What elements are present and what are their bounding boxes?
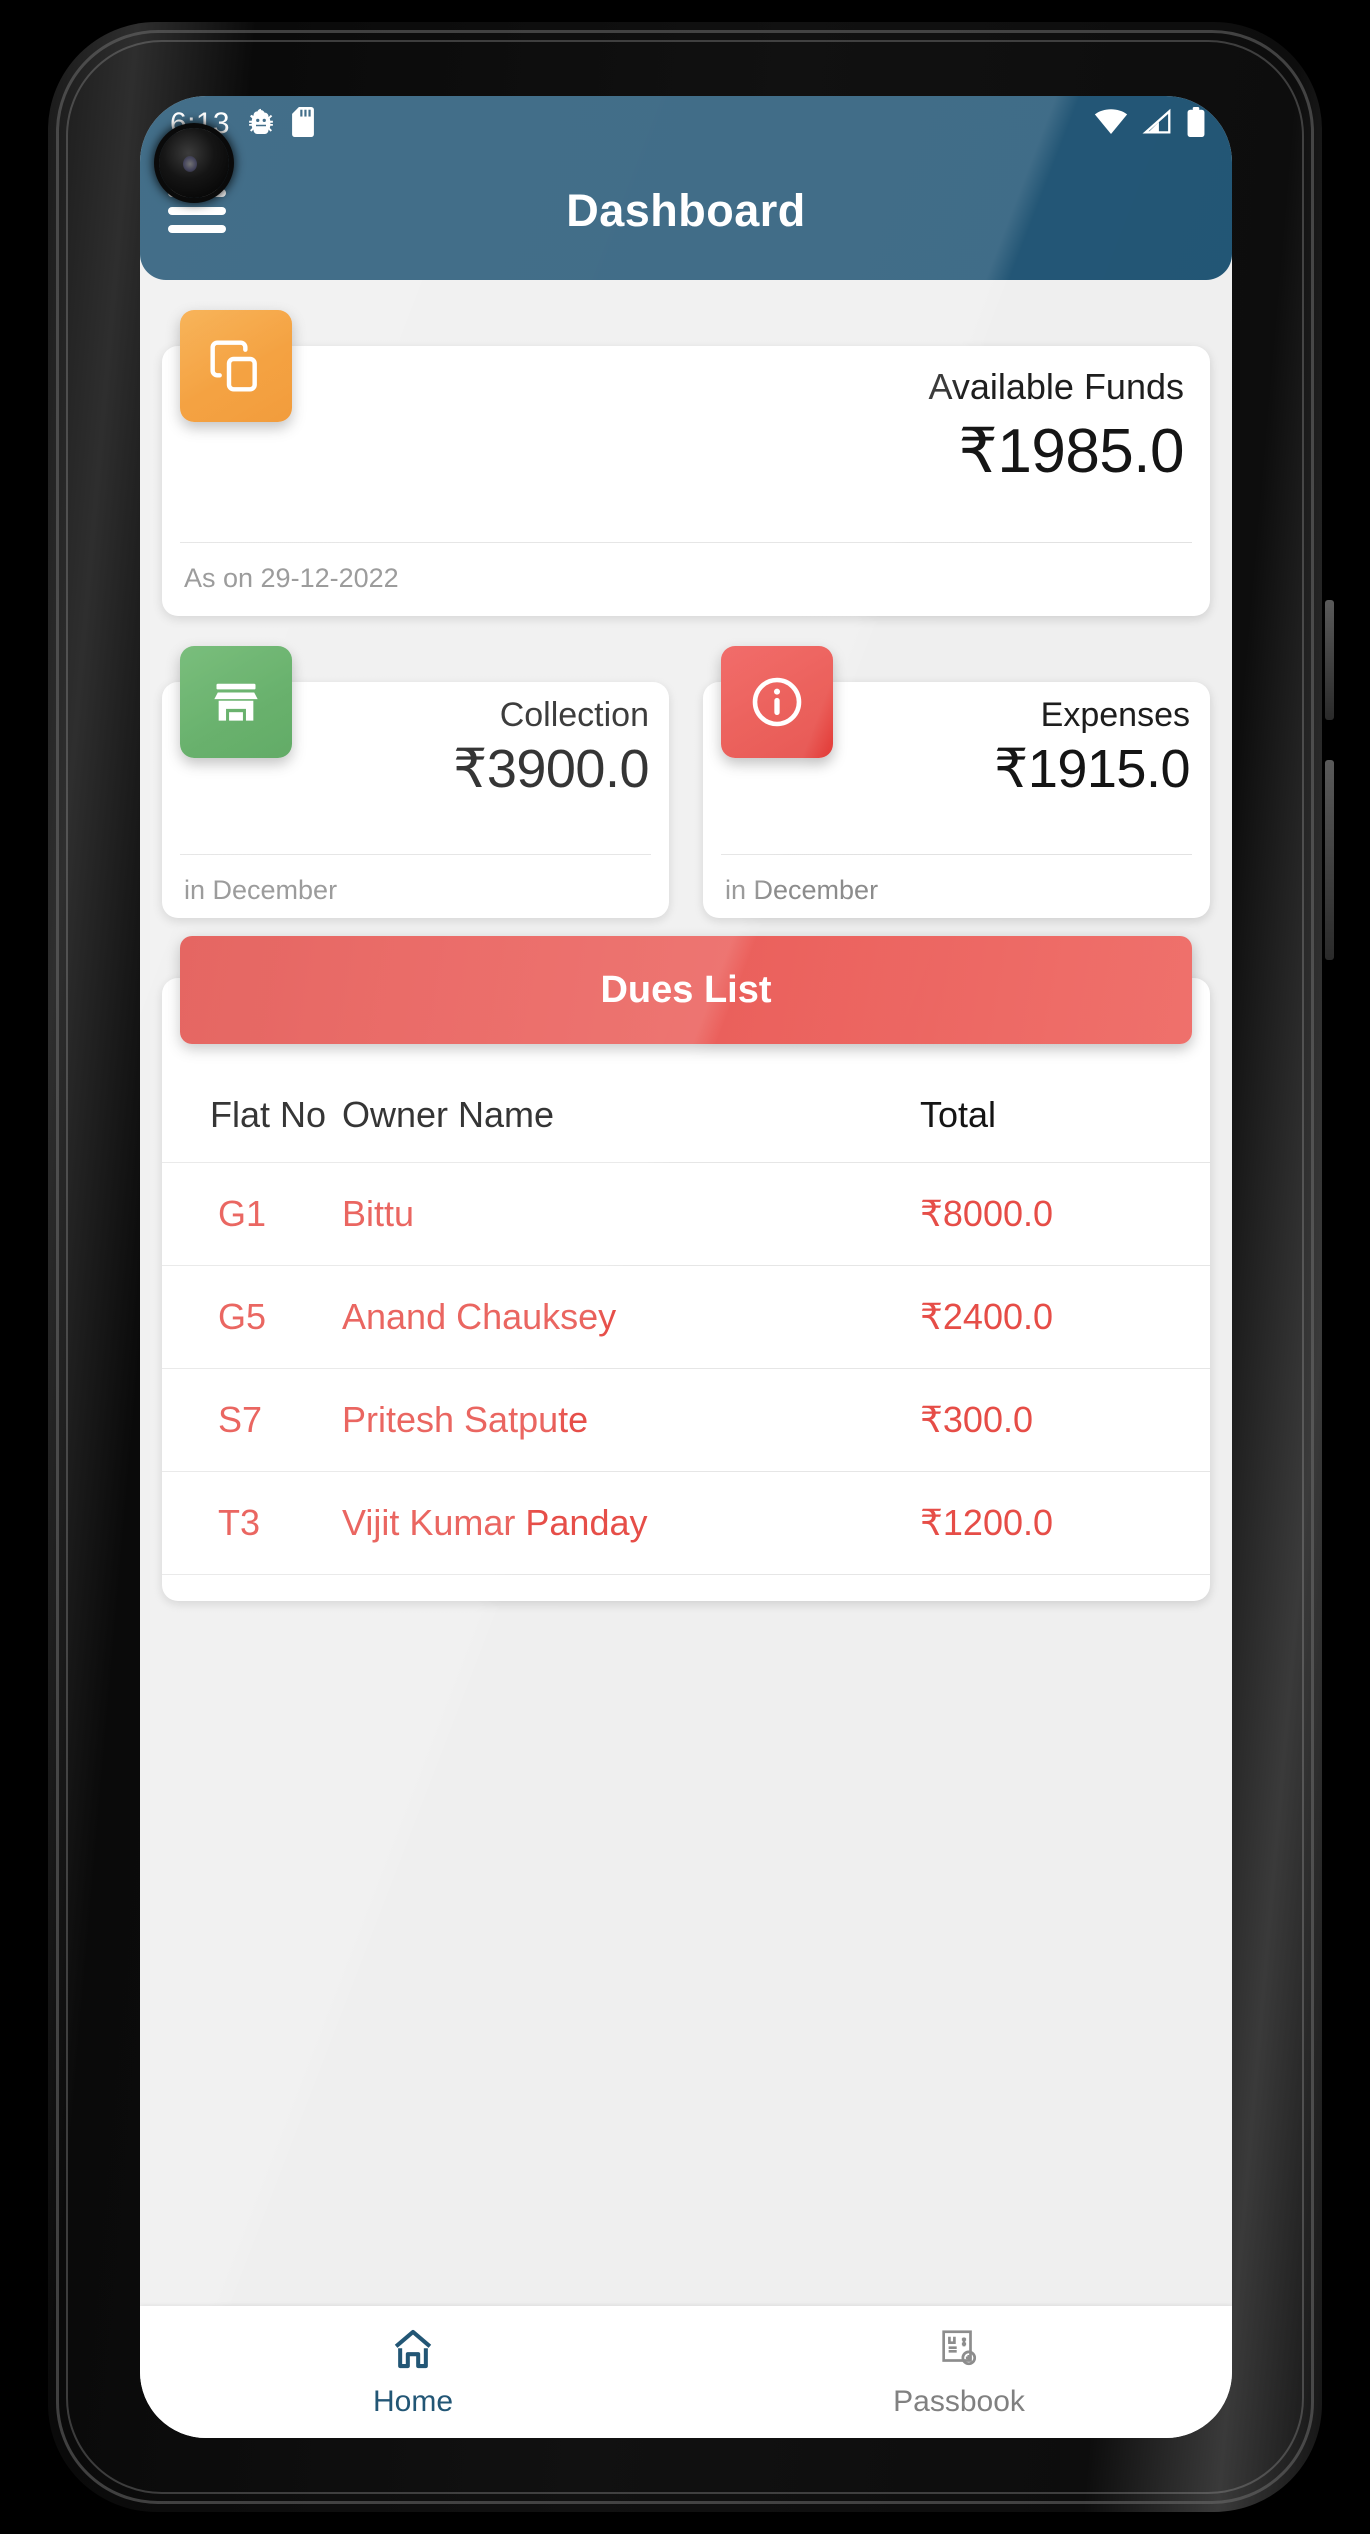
home-icon bbox=[390, 2326, 436, 2377]
table-row[interactable]: S7 Pritesh Satpute ₹300.0 bbox=[162, 1368, 1210, 1472]
dues-table-header-row: Flat No Owner Name Total bbox=[162, 1094, 1210, 1163]
available-funds-body: Available Funds ₹1985.0 bbox=[162, 346, 1210, 542]
cell-flat-no: G5 bbox=[162, 1265, 342, 1369]
expenses-note: in December bbox=[725, 875, 879, 905]
bottom-navigation-bar: Home Passbook bbox=[140, 2306, 1232, 2438]
dues-list-header[interactable]: Dues List bbox=[180, 936, 1192, 1044]
power-button[interactable] bbox=[1325, 600, 1334, 720]
collection-note: in December bbox=[184, 875, 338, 905]
cell-total: ₹300.0 bbox=[910, 1368, 1210, 1472]
cell-flat-no: T3 bbox=[162, 1471, 342, 1575]
app-bar-row: Dashboard bbox=[140, 152, 1232, 270]
cell-owner: Anand Chauksey bbox=[342, 1265, 910, 1369]
column-header-flat-no: Flat No bbox=[210, 1094, 327, 1135]
front-camera-punch-hole bbox=[159, 128, 229, 198]
dues-list-section: Dues List Flat No Owner Name Total G1 Bi… bbox=[162, 936, 1210, 1601]
nav-item-home[interactable]: Home bbox=[140, 2326, 686, 2419]
cell-owner: Vijit Kumar Panday bbox=[342, 1471, 910, 1575]
nav-label-home: Home bbox=[372, 2384, 454, 2418]
passbook-receipt-icon bbox=[936, 2326, 982, 2377]
dues-list-card: Flat No Owner Name Total G1 Bittu ₹8000.… bbox=[162, 978, 1210, 1601]
page-title: Dashboard bbox=[566, 185, 806, 236]
column-header-owner-name: Owner Name bbox=[342, 1094, 555, 1135]
table-row[interactable]: G1 Bittu ₹8000.0 bbox=[162, 1162, 1210, 1266]
cell-flat-no: S7 bbox=[162, 1368, 342, 1472]
cell-total: ₹2400.0 bbox=[910, 1265, 1210, 1369]
status-bar: 6:13 bbox=[140, 96, 1232, 152]
app-bar: 6:13 Dashboard bbox=[140, 96, 1232, 280]
cell-owner: Pritesh Satpute bbox=[342, 1368, 910, 1472]
nav-item-passbook[interactable]: Passbook bbox=[686, 2326, 1232, 2419]
table-row[interactable]: T3 Vijit Kumar Panday ₹1200.0 bbox=[162, 1471, 1210, 1575]
dues-table-head: Flat No Owner Name Total bbox=[162, 1094, 1210, 1163]
dashboard-content: Available Funds ₹1985.0 As on 29-12-2022 bbox=[140, 280, 1232, 2306]
nav-label-passbook: Passbook bbox=[893, 2384, 1025, 2418]
available-funds-label: Available Funds bbox=[928, 366, 1185, 407]
cell-total: ₹1200.0 bbox=[910, 1471, 1210, 1575]
wifi-icon bbox=[1094, 108, 1128, 141]
android-debug-icon bbox=[246, 107, 276, 142]
expenses-card[interactable]: Expenses ₹1915.0 in December bbox=[703, 646, 1210, 918]
cell-flat-no: G1 bbox=[162, 1162, 342, 1266]
available-funds-amount: ₹1985.0 bbox=[958, 417, 1184, 486]
available-funds-note: As on 29-12-2022 bbox=[184, 563, 399, 593]
cell-owner: Bittu bbox=[342, 1162, 910, 1266]
dues-table-body: G1 Bittu ₹8000.0 G5 Anand Chauksey ₹2400… bbox=[162, 1162, 1210, 1575]
dues-table: Flat No Owner Name Total G1 Bittu ₹8000.… bbox=[162, 1094, 1210, 1575]
summary-cards-row: Collection ₹3900.0 in December Expenses … bbox=[162, 646, 1210, 918]
volume-button[interactable] bbox=[1325, 760, 1334, 960]
store-icon bbox=[180, 646, 292, 758]
copy-layers-icon bbox=[180, 310, 292, 422]
cellular-signal-icon bbox=[1142, 108, 1172, 141]
collection-card[interactable]: Collection ₹3900.0 in December bbox=[162, 646, 669, 918]
sd-card-icon bbox=[292, 106, 314, 142]
table-row[interactable]: G5 Anand Chauksey ₹2400.0 bbox=[162, 1265, 1210, 1369]
phone-screen: 6:13 Dashboard Available Funds ₹1985.0 A… bbox=[140, 96, 1232, 2438]
cell-total: ₹8000.0 bbox=[910, 1162, 1210, 1266]
status-bar-right bbox=[1094, 106, 1206, 142]
column-header-total: Total bbox=[920, 1094, 997, 1135]
info-circle-icon bbox=[721, 646, 833, 758]
available-funds-card[interactable]: Available Funds ₹1985.0 As on 29-12-2022 bbox=[162, 310, 1210, 616]
battery-icon bbox=[1186, 106, 1206, 142]
